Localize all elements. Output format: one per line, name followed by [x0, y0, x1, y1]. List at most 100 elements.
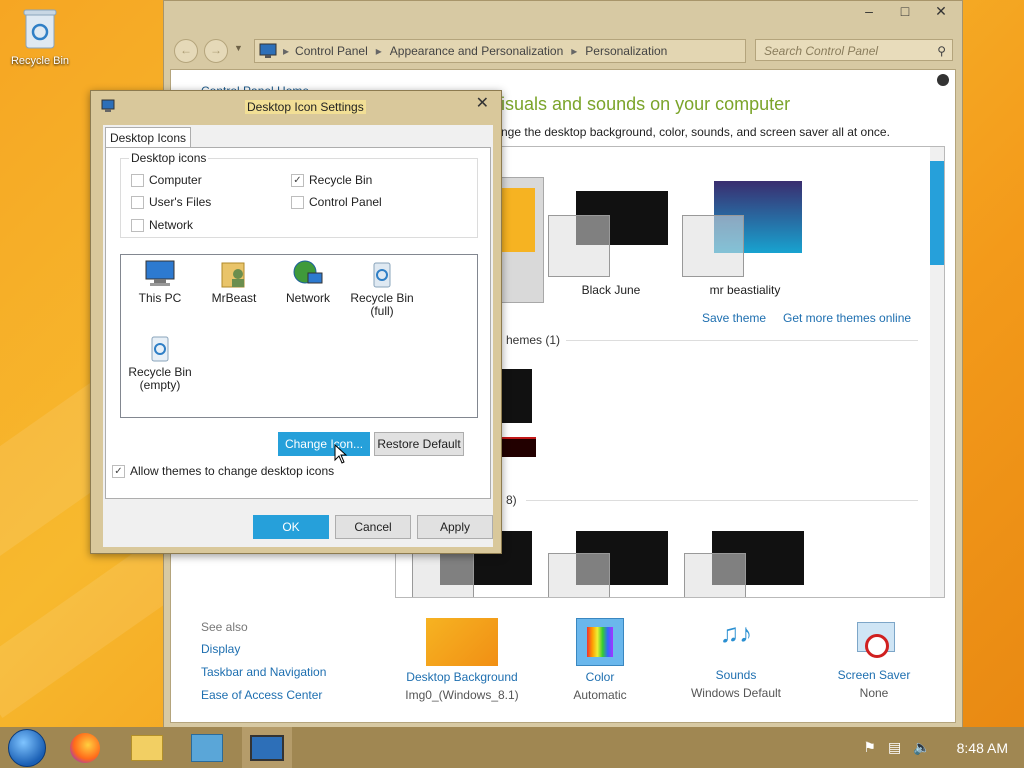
icon-item-recycle-bin-empty[interactable]: Recycle Bin (empty) [125, 333, 195, 392]
screen-saver-icon [851, 618, 897, 664]
breadcrumb-sep: ▸ [283, 44, 290, 58]
cancel-button[interactable]: Cancel [335, 515, 411, 539]
checkbox-box[interactable] [131, 195, 144, 209]
breadcrumb-control-panel[interactable]: Control Panel [295, 44, 368, 58]
network-icon [293, 260, 323, 284]
system-tray: ⚑ ▤ 🔈 8:48 AM [863, 727, 1008, 768]
screen-saver-value: None [859, 686, 889, 700]
firefox-icon [70, 732, 100, 763]
checkbox-box[interactable] [131, 173, 144, 187]
ease-of-access-link[interactable]: Ease of Access Center [201, 688, 322, 702]
icon-label: Recycle Bin (empty) [128, 365, 192, 392]
save-theme-link[interactable]: Save theme [702, 311, 766, 325]
checkbox-box[interactable] [291, 195, 304, 209]
taskbar-navigation-link[interactable]: Taskbar and Navigation [201, 665, 326, 679]
action-center-flag-icon[interactable]: ⚑ [863, 739, 876, 756]
control-panel-taskbar-button[interactable] [182, 727, 232, 768]
taskbar: ⚑ ▤ 🔈 8:48 AM [0, 727, 1024, 768]
dialog-body: Desktop Icons Desktop icons Computer ✓ Re… [103, 125, 493, 547]
desktop-background-value: Img0_(Windows_8.1) [405, 688, 519, 702]
recent-dropdown[interactable]: ▼ [234, 43, 243, 53]
ok-button[interactable]: OK [253, 515, 329, 539]
address-bar[interactable]: ▸ Control Panel ▸ Appearance and Persona… [254, 39, 746, 63]
high-contrast-count-label: 8) [506, 493, 517, 507]
themes-scroll-thumb[interactable] [930, 161, 944, 265]
maximize-button[interactable]: □ [896, 3, 914, 20]
page-subtitle: nge the desktop background, color, sound… [501, 125, 890, 139]
installed-themes-label: hemes (1) [506, 333, 561, 347]
icon-label: MrBeast [211, 291, 257, 305]
color-label: Color [585, 670, 615, 684]
theme-item[interactable]: mr beastiality [680, 181, 810, 307]
clock[interactable]: 8:48 AM [957, 740, 1008, 756]
computer-checkbox[interactable]: Computer [131, 173, 202, 187]
checkbox-box[interactable]: ✓ [112, 464, 125, 478]
search-input[interactable]: Search Control Panel ⚲ [755, 39, 953, 61]
address-row: ← → ▼ ▸ Control Panel ▸ Appearance and P… [172, 37, 954, 63]
desktop-background-icon [426, 618, 498, 666]
volume-icon[interactable]: 🔈 [913, 739, 930, 756]
change-icon-button[interactable]: Change Icon... [278, 432, 370, 456]
control-panel-checkbox[interactable]: Control Panel [291, 195, 382, 209]
personalization-taskbar-button[interactable] [242, 727, 292, 768]
sounds-label: Sounds [715, 668, 757, 682]
network-checkbox[interactable]: Network [131, 218, 193, 232]
display-link[interactable]: Display [201, 642, 240, 656]
start-button[interactable] [2, 727, 52, 768]
dialog-close-button[interactable]: ✕ [476, 93, 489, 113]
recycle-bin-checkbox[interactable]: ✓ Recycle Bin [291, 173, 372, 187]
forward-button[interactable]: → [204, 39, 228, 63]
checkbox-box[interactable]: ✓ [291, 173, 304, 187]
icon-label: Network [285, 291, 330, 305]
search-placeholder: Search Control Panel [764, 44, 879, 58]
minimize-button[interactable]: – [860, 3, 878, 20]
mouse-cursor-icon [334, 444, 348, 464]
icon-item-recycle-bin-full[interactable]: Recycle Bin (full) [347, 259, 417, 318]
theme-color-swatch [548, 215, 610, 277]
control-panel-icon [191, 733, 223, 762]
screen-saver-item[interactable]: Screen Saver None [809, 618, 939, 700]
allow-themes-checkbox[interactable]: ✓ Allow themes to change desktop icons [112, 464, 334, 478]
search-icon[interactable]: ⚲ [937, 40, 946, 62]
icon-item-this-pc[interactable]: This PC [125, 259, 195, 305]
back-button[interactable]: ← [174, 39, 198, 63]
window-caption-buttons: – □ ✕ [860, 3, 950, 20]
checkbox-label: Allow themes to change desktop icons [130, 464, 335, 478]
theme-item[interactable]: Black June [546, 187, 676, 307]
sounds-icon: ♫♪ [719, 618, 753, 648]
color-item[interactable]: Color Automatic [535, 618, 665, 702]
checkbox-label: Network [149, 218, 194, 232]
icon-item-network[interactable]: Network [273, 259, 343, 305]
breadcrumb-appearance[interactable]: Appearance and Personalization [390, 44, 563, 58]
icon-item-user-folder[interactable]: MrBeast [199, 259, 269, 305]
firefox-taskbar-button[interactable] [60, 727, 110, 768]
theme-color-swatch [682, 215, 744, 277]
checkbox-label: Recycle Bin [309, 173, 373, 187]
recycle-bin-full-icon [373, 262, 391, 288]
recycle-bin-icon [23, 9, 57, 49]
desktop-recycle-bin-label: Recycle Bin [10, 55, 70, 67]
get-more-themes-link[interactable]: Get more themes online [783, 311, 911, 325]
page-title: isuals and sounds on your computer [501, 94, 791, 114]
breadcrumb-personalization[interactable]: Personalization [585, 44, 667, 58]
icon-list[interactable]: This PC MrBeast Network Recycle Bin (ful… [120, 254, 478, 418]
checkbox-label: Control Panel [309, 195, 382, 209]
network-tray-icon[interactable]: ▤ [888, 739, 901, 756]
user-avatar-icon [937, 74, 949, 86]
themes-scrollbar[interactable] [930, 147, 944, 597]
file-explorer-taskbar-button[interactable] [122, 727, 172, 768]
control-panel-icon [259, 43, 277, 58]
theme-color-swatch [548, 553, 610, 597]
icon-label: This PC [138, 291, 182, 305]
desktop-recycle-bin[interactable]: Recycle Bin [8, 6, 72, 67]
sounds-item[interactable]: ♫♪ Sounds Windows Default [671, 618, 801, 700]
tab-desktop-icons[interactable]: Desktop Icons [105, 127, 191, 148]
users-files-checkbox[interactable]: User's Files [131, 195, 211, 209]
restore-default-button[interactable]: Restore Default [374, 432, 464, 456]
desktop-background-item[interactable]: Desktop Background Img0_(Windows_8.1) [397, 618, 527, 702]
divider [526, 500, 918, 501]
close-button[interactable]: ✕ [932, 3, 950, 20]
apply-button[interactable]: Apply [417, 515, 493, 539]
recycle-bin-empty-icon [151, 336, 169, 362]
checkbox-box[interactable] [131, 218, 144, 232]
